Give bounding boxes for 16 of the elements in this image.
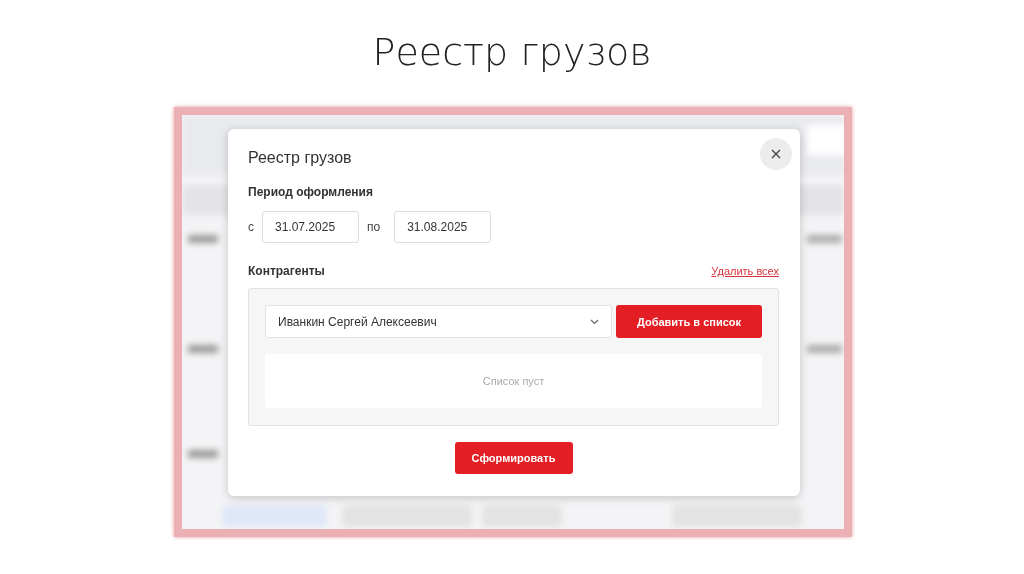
counterparty-select[interactable]: Иванкин Сергей Алексеевич bbox=[265, 305, 612, 338]
add-button[interactable]: Добавить в список bbox=[616, 305, 762, 338]
to-label: по bbox=[367, 220, 381, 234]
date-field[interactable]: 31.07.2025 bbox=[262, 211, 359, 243]
chevron-down-icon bbox=[590, 318, 599, 325]
empty-text: Список пуст bbox=[482, 375, 545, 387]
section-label: Контрагенты bbox=[248, 264, 325, 278]
dialog-title: Реестр грузов bbox=[248, 149, 352, 167]
slide-title: Реестр грузов bbox=[372, 30, 652, 76]
close-button[interactable] bbox=[760, 138, 792, 170]
date-field[interactable]: 31.08.2025 bbox=[394, 211, 492, 243]
submit-button[interactable]: Сформировать bbox=[454, 442, 573, 474]
clear-link[interactable]: Удалить всех bbox=[711, 265, 779, 277]
close-icon bbox=[771, 149, 781, 159]
section-label: Период оформления bbox=[248, 185, 374, 199]
from-label: с bbox=[248, 220, 254, 234]
